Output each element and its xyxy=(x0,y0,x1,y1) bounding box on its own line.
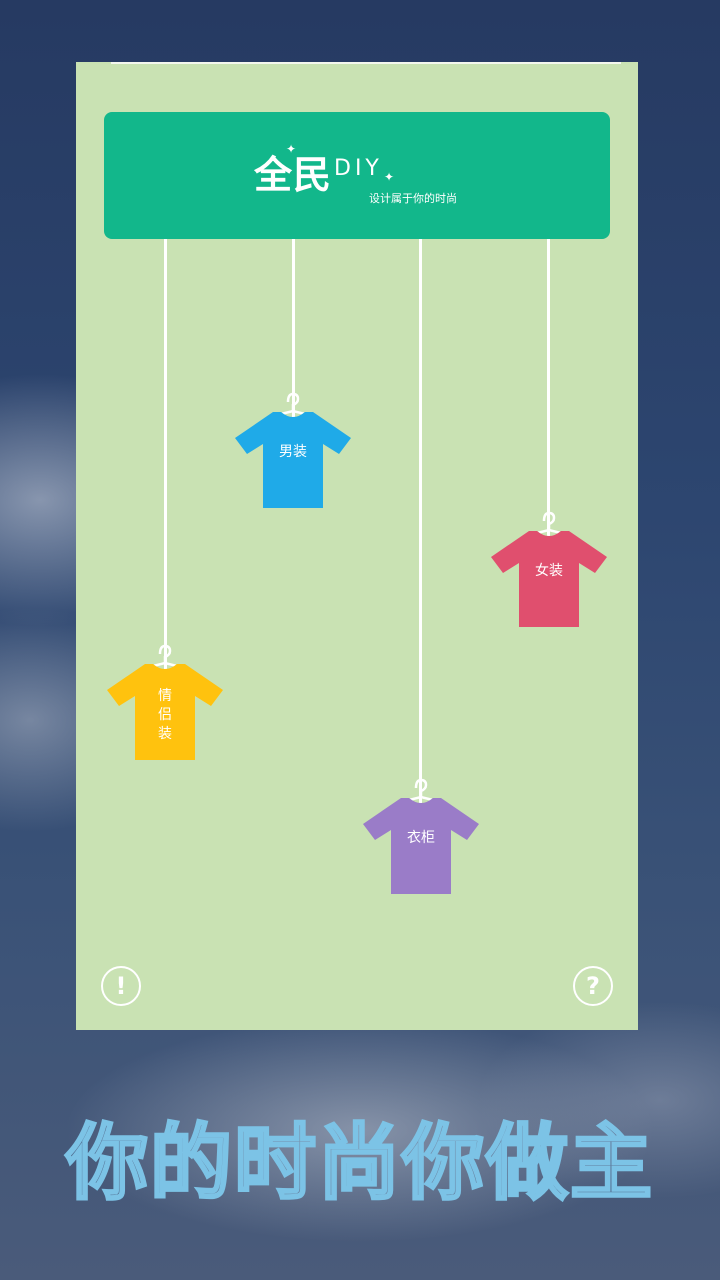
category-women-shirt[interactable]: 女装 xyxy=(489,509,609,627)
help-button[interactable]: ? xyxy=(573,966,613,1006)
category-label: 男装 xyxy=(279,444,307,460)
question-icon: ? xyxy=(586,972,600,1000)
info-button[interactable]: ! xyxy=(101,966,141,1006)
logo-title: 全民 xyxy=(254,153,333,197)
card-top-divider xyxy=(111,62,621,64)
exclamation-icon: ! xyxy=(115,972,127,1000)
category-label: 女装 xyxy=(535,563,563,579)
category-couples-shirt[interactable]: 情侣装 xyxy=(105,642,225,760)
logo-slogan: 设计属于你的时尚 xyxy=(369,192,457,205)
app-banner: ✦ 全民 DIY ✦ 设计属于你的时尚 xyxy=(104,112,610,239)
hanging-string xyxy=(164,239,167,707)
category-wardrobe-shirt[interactable]: 衣柜 xyxy=(361,776,481,894)
main-card: ✦ 全民 DIY ✦ 设计属于你的时尚 男装 女装 情侣装 衣柜 ! ? xyxy=(76,62,638,1030)
category-men-shirt[interactable]: 男装 xyxy=(233,390,353,508)
sparkle-icon: ✦ xyxy=(384,170,395,184)
logo-diy: DIY xyxy=(334,156,383,181)
category-label: 衣柜 xyxy=(407,830,435,846)
tagline: 你的时尚你做主 xyxy=(64,1115,654,1213)
hanging-string xyxy=(419,239,422,839)
category-label: 情侣装 xyxy=(158,688,172,742)
